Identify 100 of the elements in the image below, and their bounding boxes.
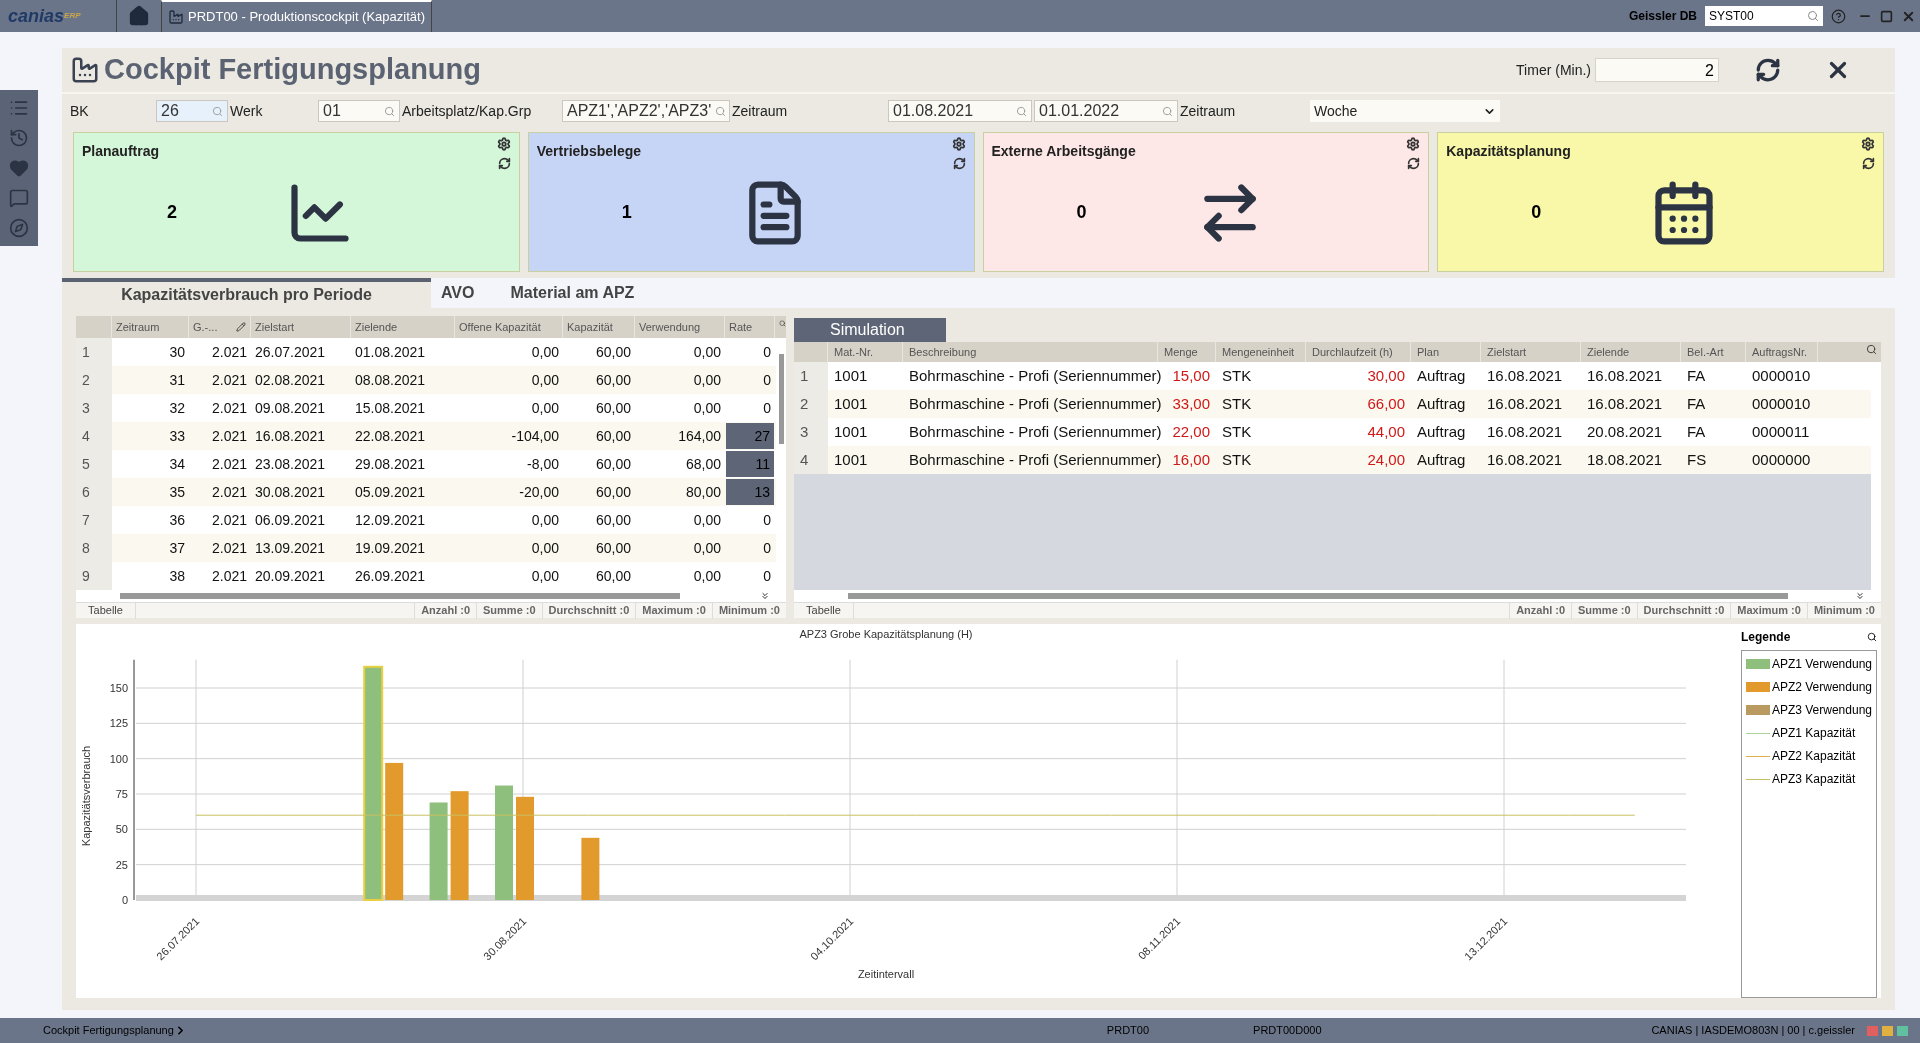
table-cell-text: 22,00	[1171, 421, 1211, 442]
column-header[interactable]: Zielende	[355, 318, 398, 336]
scrollbar[interactable]	[120, 593, 680, 599]
table-cell-text: 44,00	[1366, 421, 1406, 442]
column-header[interactable]: Verwendung	[639, 318, 701, 336]
stat-label: Anzahl :0	[414, 602, 477, 619]
factory-icon	[168, 9, 184, 25]
table-cell-text: 0	[762, 370, 772, 390]
timer-field[interactable]: 2	[1595, 58, 1719, 82]
scrollbar[interactable]	[848, 593, 1788, 599]
factory-icon	[70, 55, 100, 85]
breadcrumb[interactable]: Cockpit Fertigungsplanung	[43, 1022, 174, 1039]
table-cell-text: Auftrag	[1416, 421, 1467, 442]
table-cell-text: 0	[762, 398, 772, 418]
table-cell-text: 60,00	[594, 370, 632, 390]
settings-icon[interactable]	[1406, 137, 1421, 151]
expand-icon[interactable]	[1855, 591, 1865, 601]
maximize-icon[interactable]	[1880, 9, 1893, 23]
table-cell-text: FS	[1686, 449, 1708, 470]
refresh-icon[interactable]	[952, 157, 966, 170]
input-field[interactable]: APZ1','APZ2','APZ3'	[562, 100, 730, 122]
column-header[interactable]: Plan	[1417, 343, 1440, 361]
refresh-icon[interactable]	[1862, 157, 1875, 170]
column-header[interactable]: Zielstart	[255, 318, 295, 336]
tab[interactable]: Kapazitätsverbrauch pro Periode	[62, 278, 431, 308]
stat-label: Summe :0	[476, 602, 542, 619]
table-cell-text: 30.08.2021	[254, 482, 327, 502]
column-header[interactable]: Zeitraum	[116, 318, 160, 336]
column-header[interactable]: Bel.-Art	[1687, 343, 1724, 361]
table-cell-text: Auftrag	[1416, 449, 1467, 470]
column-header[interactable]: Offene Kapazität	[459, 318, 541, 336]
table-cell-text: FA	[1686, 421, 1707, 442]
window-tab[interactable]: PRDT00 - Produktionscockpit (Kapazität)	[161, 0, 432, 32]
column-header[interactable]: Rate	[729, 318, 753, 336]
table-cell-text: 1001	[833, 449, 869, 470]
refresh-icon[interactable]	[497, 157, 511, 170]
input-field[interactable]: 01.08.2021	[888, 100, 1032, 122]
column-header[interactable]: Mengeneinheit	[1222, 343, 1295, 361]
column-header[interactable]: Menge	[1164, 343, 1198, 361]
table-cell-text: 34	[168, 454, 186, 474]
row-number: 1	[794, 362, 828, 390]
legend-label: APZ2 Kapazität	[1772, 748, 1856, 765]
table-cell-text: 60,00	[594, 538, 632, 558]
table-cell-text: 80,00	[684, 482, 722, 502]
column-header[interactable]: Zielende	[1587, 343, 1630, 361]
page-title: Cockpit Fertigungsplanung	[104, 52, 481, 88]
column-header[interactable]: Beschreibung	[909, 343, 977, 361]
table-cell-text: STK	[1221, 393, 1253, 414]
summary-card[interactable]: Vertriebsbelege 1	[527, 132, 975, 272]
table-cell-text: 33	[168, 426, 186, 446]
table-cell-text: 0,00	[530, 398, 560, 418]
filter-label: Zeitraum	[1180, 101, 1237, 121]
table-cell-text: 2.021	[210, 566, 248, 586]
summary-card[interactable]: Externe Arbeitsgänge 0	[982, 132, 1430, 272]
column-header[interactable]: Mat.-Nr.	[834, 343, 874, 361]
period-dropdown[interactable]: Woche	[1310, 100, 1500, 122]
row-number: 5	[76, 450, 112, 478]
help-icon[interactable]	[1831, 8, 1846, 24]
table-cell-text: 2.021	[210, 482, 248, 502]
table-cell-text: 06.09.2021	[254, 510, 327, 530]
user-info: CANIAS | IASDEMO803N | 00 | c.geissler	[1651, 1023, 1855, 1039]
legend-label: APZ2 Verwendung	[1771, 679, 1872, 696]
column-header[interactable]: AuftragsNr.	[1752, 343, 1808, 361]
heart-icon[interactable]	[9, 158, 29, 178]
column-header[interactable]: G.-...	[193, 318, 218, 336]
table-cell-text: 1001	[833, 421, 869, 442]
settings-icon[interactable]	[496, 137, 511, 151]
table-cell-text: 0,00	[530, 370, 560, 390]
bar	[581, 837, 600, 900]
row-number: 2	[76, 366, 112, 394]
scrollbar[interactable]	[1871, 362, 1881, 590]
summary-card[interactable]: Planauftrag 2	[73, 132, 520, 272]
db-field[interactable]: SYST00	[1705, 6, 1823, 26]
table-cell-text: 0,00	[530, 342, 560, 362]
input-field[interactable]: 01	[318, 100, 400, 122]
summary-card[interactable]: Kapazitätsplanung 0	[1437, 132, 1884, 272]
refresh-icon[interactable]	[1407, 157, 1421, 170]
settings-icon[interactable]	[1861, 137, 1875, 151]
column-header[interactable]: Zielstart	[1487, 343, 1527, 361]
list-icon[interactable]	[9, 98, 29, 118]
pencil-icon	[236, 322, 246, 332]
input-field[interactable]: 26	[156, 100, 228, 122]
row-number: 6	[76, 478, 112, 506]
filter-label: Arbeitsplatz/Kap.Grp	[402, 101, 533, 121]
chat-icon[interactable]	[9, 188, 29, 208]
search-icon	[1016, 105, 1027, 117]
compass-icon[interactable]	[9, 218, 29, 238]
search-icon[interactable]	[1867, 632, 1877, 642]
filter-label: Zeitraum	[732, 101, 789, 121]
table-cell-text: 16.08.2021	[1486, 365, 1564, 386]
history-icon[interactable]	[9, 128, 29, 148]
search-icon[interactable]	[1866, 344, 1877, 355]
column-header[interactable]: Kapazität	[567, 318, 613, 336]
input-field[interactable]: 01.01.2022	[1034, 100, 1178, 122]
column-header[interactable]: Durchlaufzeit (h)	[1312, 343, 1393, 361]
table-cell-text: 35	[168, 482, 186, 502]
settings-icon[interactable]	[951, 137, 966, 151]
table-cell-text: 15,00	[1171, 365, 1211, 386]
table-cell-text: 0	[762, 342, 772, 362]
expand-icon[interactable]	[760, 591, 770, 601]
